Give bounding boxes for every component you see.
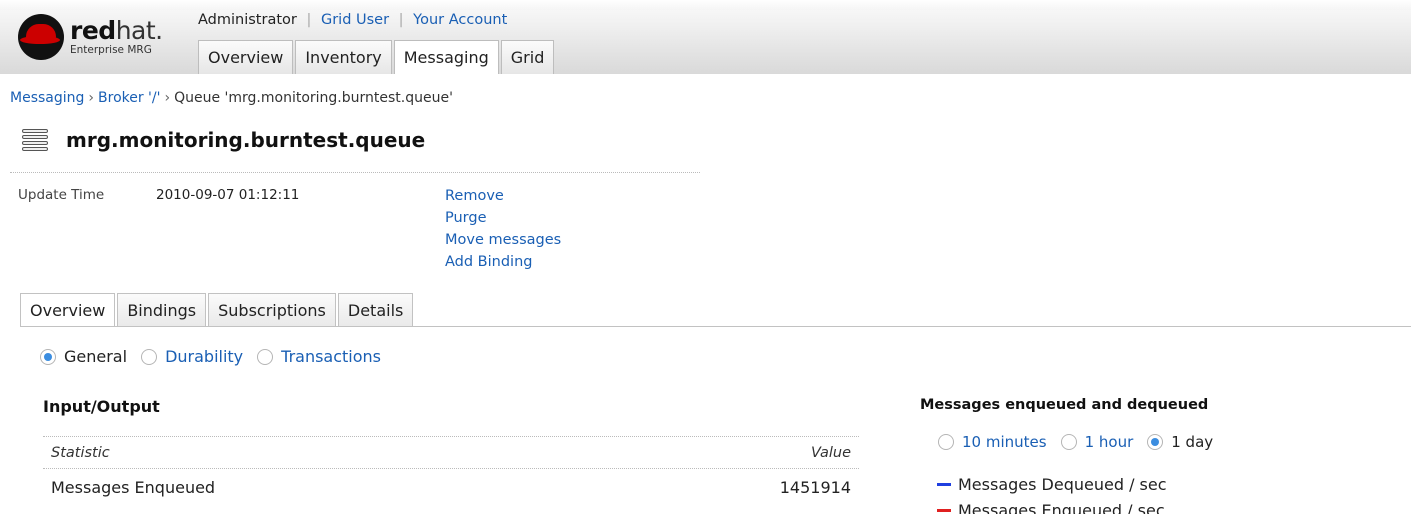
- option-general[interactable]: General: [40, 347, 127, 366]
- range-1-day[interactable]: 1 day: [1147, 433, 1213, 451]
- shadowman-icon: [18, 14, 64, 60]
- app-header: redhat. Enterprise MRG Administrator | G…: [0, 0, 1411, 74]
- breadcrumb-broker[interactable]: Broker '/': [98, 90, 160, 106]
- tab-bindings[interactable]: Bindings: [117, 293, 207, 327]
- purge-link[interactable]: Purge: [445, 210, 487, 226]
- update-time-label: Update Time: [18, 187, 105, 203]
- logo-wordmark: redhat.: [70, 16, 163, 45]
- user-bar: Administrator | Grid User | Your Account: [198, 12, 508, 28]
- io-heading: Input/Output: [43, 397, 160, 416]
- range-10-minutes[interactable]: 10 minutes: [938, 433, 1047, 451]
- page-title: mrg.monitoring.burntest.queue: [66, 128, 426, 152]
- table-row: Messages Enqueued 1451914: [43, 468, 859, 506]
- grid-user-link[interactable]: Grid User: [321, 12, 389, 28]
- legend-enqueued: Messages Enqueued / sec: [937, 501, 1165, 514]
- nav-tab-grid[interactable]: Grid: [500, 40, 555, 74]
- chart-title: Messages enqueued and dequeued: [920, 397, 1209, 413]
- your-account-link[interactable]: Your Account: [413, 12, 507, 28]
- nav-tab-inventory[interactable]: Inventory: [295, 40, 392, 74]
- nav-tab-overview[interactable]: Overview: [198, 40, 294, 74]
- current-user: Administrator: [198, 12, 297, 28]
- radio-10-minutes[interactable]: [938, 434, 954, 450]
- table-header: Statistic Value: [43, 436, 859, 468]
- top-nav: Overview Inventory Messaging Grid: [198, 40, 556, 74]
- legend-swatch-red: [937, 509, 951, 512]
- remove-link[interactable]: Remove: [445, 188, 504, 204]
- actions-list: Remove Purge Move messages Add Binding: [445, 185, 561, 273]
- tabs-baseline: [20, 326, 1411, 327]
- stat-name: Messages Enqueued: [51, 478, 216, 497]
- view-options: General Durability Transactions: [40, 347, 395, 366]
- breadcrumb-messaging[interactable]: Messaging: [10, 90, 84, 106]
- option-durability[interactable]: Durability: [141, 347, 243, 366]
- column-value: Value: [810, 445, 851, 461]
- io-stats-table: Statistic Value Messages Enqueued 145191…: [43, 436, 859, 506]
- range-1-hour[interactable]: 1 hour: [1060, 433, 1133, 451]
- add-binding-link[interactable]: Add Binding: [445, 254, 532, 270]
- stat-value: 1451914: [779, 478, 851, 497]
- column-statistic: Statistic: [51, 445, 110, 461]
- radio-1-day[interactable]: [1147, 434, 1164, 450]
- radio-general[interactable]: [40, 348, 56, 365]
- tab-subscriptions[interactable]: Subscriptions: [208, 293, 336, 327]
- tab-overview[interactable]: Overview: [20, 293, 116, 327]
- detail-tabs: Overview Bindings Subscriptions Details: [20, 293, 415, 327]
- product-name: Enterprise MRG: [70, 44, 152, 56]
- nav-tab-messaging[interactable]: Messaging: [393, 40, 499, 74]
- title-row: mrg.monitoring.burntest.queue: [22, 128, 425, 152]
- radio-durability[interactable]: [141, 348, 158, 365]
- breadcrumb: Messaging › Broker '/' › Queue 'mrg.monitori…: [10, 90, 453, 106]
- legend-swatch-blue: [937, 483, 951, 486]
- move-messages-link[interactable]: Move messages: [445, 232, 561, 248]
- tab-details[interactable]: Details: [337, 293, 414, 327]
- chart-range-options: 10 minutes 1 hour 1 day: [938, 433, 1227, 451]
- legend-dequeued: Messages Dequeued / sec: [937, 475, 1167, 494]
- radio-1-hour[interactable]: [1060, 434, 1077, 450]
- breadcrumb-current: Queue 'mrg.monitoring.burntest.queue': [174, 90, 453, 106]
- radio-transactions[interactable]: [257, 348, 274, 365]
- title-divider: [10, 172, 700, 173]
- option-transactions[interactable]: Transactions: [257, 347, 381, 366]
- queue-stack-icon: [22, 129, 48, 151]
- redhat-logo[interactable]: redhat. Enterprise MRG: [18, 12, 178, 64]
- update-time-value: 2010-09-07 01:12:11: [156, 187, 300, 203]
